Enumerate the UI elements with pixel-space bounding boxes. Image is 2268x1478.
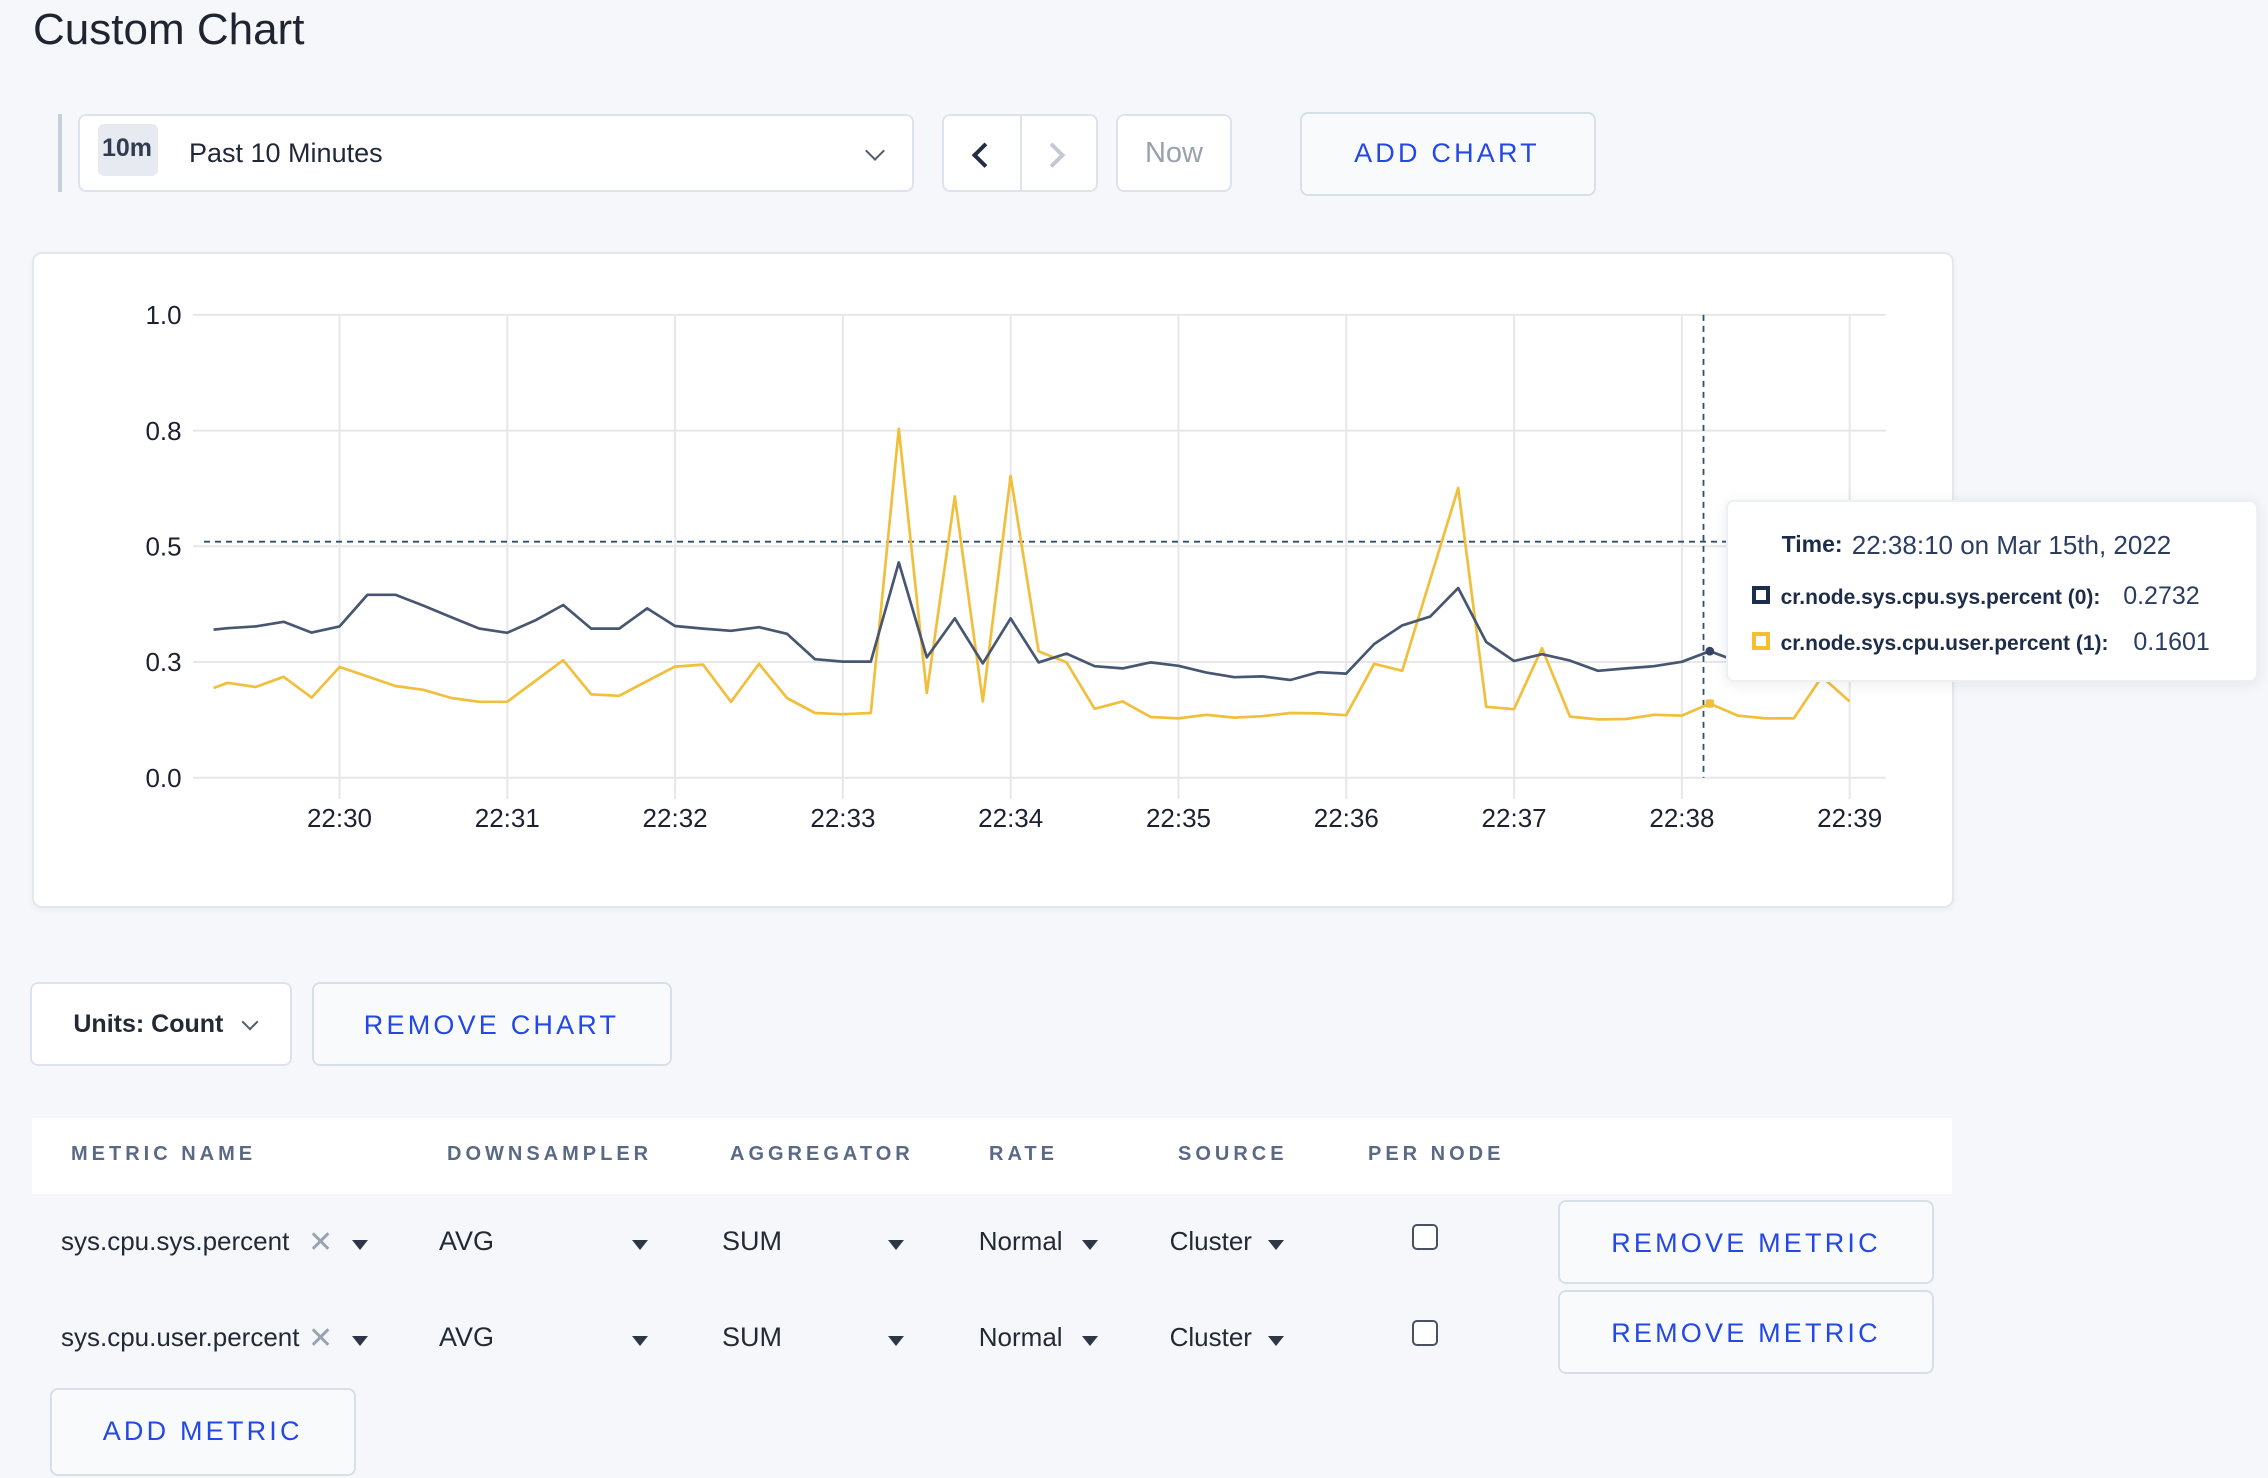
svg-text:0.3: 0.3: [145, 648, 181, 678]
svg-text:22:34: 22:34: [978, 803, 1043, 833]
svg-text:22:30: 22:30: [306, 803, 371, 833]
svg-text:22:35: 22:35: [1145, 803, 1210, 833]
svg-text:22:37: 22:37: [1481, 803, 1546, 833]
svg-text:22:33: 22:33: [810, 803, 875, 833]
svg-text:0.5: 0.5: [145, 532, 181, 562]
svg-text:22:36: 22:36: [1313, 803, 1378, 833]
svg-text:0.8: 0.8: [145, 416, 181, 446]
svg-text:22:39: 22:39: [1817, 803, 1882, 833]
svg-text:22:32: 22:32: [642, 803, 707, 833]
svg-text:22:38: 22:38: [1649, 803, 1714, 833]
svg-text:22:31: 22:31: [474, 803, 539, 833]
svg-text:0.0: 0.0: [145, 763, 181, 793]
svg-text:1.0: 1.0: [145, 301, 181, 331]
